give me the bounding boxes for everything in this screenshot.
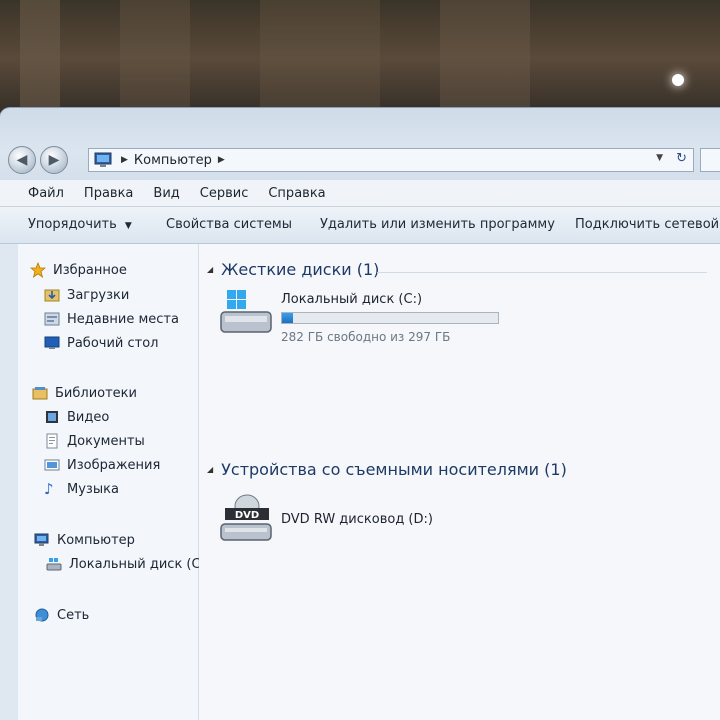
sidebar-item-label: Компьютер bbox=[57, 532, 135, 548]
desktop-decor bbox=[440, 0, 530, 120]
sidebar-item-label: Недавние места bbox=[67, 311, 179, 327]
organize-button[interactable]: Упорядочить ▼ bbox=[28, 217, 132, 232]
video-library-icon bbox=[44, 409, 60, 425]
sidebar-item-label: Библиотеки bbox=[55, 385, 137, 401]
documents-library-icon bbox=[44, 433, 60, 449]
title-bar: ◀ ▶ ▶ Компьютер ▶ ▼ ↻ bbox=[0, 108, 720, 180]
dvd-label: DVD bbox=[235, 510, 259, 521]
group-title: Жесткие диски (1) bbox=[221, 260, 380, 279]
group-hard-disks-header[interactable]: ◢ Жесткие диски (1) bbox=[207, 260, 379, 279]
sidebar-item-documents[interactable]: Документы bbox=[44, 433, 145, 449]
navigation-pane: Избранное Загрузки Недавние места Рабочи… bbox=[18, 244, 201, 720]
organize-label: Упорядочить bbox=[28, 217, 117, 232]
drive-c-usage-bar bbox=[281, 312, 499, 324]
sidebar-item-video[interactable]: Видео bbox=[44, 409, 109, 425]
reflection-light bbox=[672, 74, 684, 86]
menu-view[interactable]: Вид bbox=[141, 186, 187, 201]
hard-drive-icon bbox=[219, 288, 275, 342]
breadcrumb-chevron-icon[interactable]: ▶ bbox=[218, 155, 225, 165]
sidebar-item-label: Документы bbox=[67, 433, 145, 449]
dvd-drive-icon: DVD bbox=[219, 494, 275, 550]
menu-bar: Файл Правка Вид Сервис Справка bbox=[0, 180, 720, 207]
libraries-icon bbox=[32, 385, 48, 401]
system-properties-button[interactable]: Свойства системы bbox=[166, 217, 292, 232]
breadcrumb-chevron-icon: ▶ bbox=[121, 155, 128, 165]
forward-button[interactable]: ▶ bbox=[40, 146, 68, 174]
drive-d[interactable]: DVD DVD RW дисковод (D:) bbox=[219, 494, 509, 554]
menu-file[interactable]: Файл bbox=[0, 186, 72, 201]
back-button[interactable]: ◀ bbox=[8, 146, 36, 174]
downloads-folder-icon bbox=[44, 287, 60, 303]
group-removable-header[interactable]: ◢ Устройства со съемными носителями (1) bbox=[207, 460, 567, 479]
drive-c-name: Локальный диск (C:) bbox=[281, 292, 423, 307]
pictures-library-icon bbox=[44, 457, 60, 473]
desktop-decor bbox=[120, 0, 190, 120]
sidebar-item-libraries[interactable]: Библиотеки bbox=[32, 385, 137, 401]
desktop-decor bbox=[260, 0, 380, 120]
search-input[interactable] bbox=[700, 148, 720, 172]
breadcrumb-computer[interactable]: Компьютер bbox=[134, 153, 212, 168]
sidebar-item-computer[interactable]: Компьютер bbox=[34, 532, 135, 548]
drive-c-usage-fill bbox=[282, 313, 293, 323]
desktop-decor bbox=[20, 0, 60, 120]
map-network-drive-button[interactable]: Подключить сетевой д bbox=[575, 217, 720, 232]
chevron-down-icon[interactable]: ▼ bbox=[656, 153, 663, 163]
group-title: Устройства со съемными носителями (1) bbox=[221, 460, 567, 479]
menu-tools[interactable]: Сервис bbox=[188, 186, 257, 201]
sidebar-item-favorites[interactable]: Избранное bbox=[29, 261, 127, 278]
sidebar-item-label: Сеть bbox=[57, 607, 90, 623]
star-icon bbox=[29, 261, 47, 278]
group-divider bbox=[377, 272, 707, 273]
sidebar-item-label: Избранное bbox=[53, 262, 127, 278]
desktop-icon bbox=[44, 335, 60, 351]
content-pane: ◢ Жесткие диски (1) Локальный диск (C:) … bbox=[199, 244, 720, 720]
sidebar-item-pictures[interactable]: Изображения bbox=[44, 457, 160, 473]
address-bar[interactable]: ▶ Компьютер ▶ ▼ ↻ bbox=[88, 148, 694, 172]
uninstall-program-button[interactable]: Удалить или изменить программу bbox=[320, 217, 555, 232]
sidebar-item-music[interactable]: ♪ Музыка bbox=[44, 481, 119, 497]
sidebar-item-label: Загрузки bbox=[67, 287, 130, 303]
sidebar-item-label: Музыка bbox=[67, 481, 119, 497]
menu-help[interactable]: Справка bbox=[256, 186, 333, 201]
collapse-triangle-icon: ◢ bbox=[207, 465, 214, 474]
music-note-icon: ♪ bbox=[44, 480, 54, 498]
drive-c[interactable]: Локальный диск (C:) 282 ГБ свободно из 2… bbox=[219, 288, 509, 348]
recent-places-icon bbox=[44, 311, 60, 327]
arrow-right-icon: ▶ bbox=[48, 152, 60, 168]
sidebar-item-desktop[interactable]: Рабочий стол bbox=[44, 335, 158, 351]
refresh-icon[interactable]: ↻ bbox=[676, 151, 687, 166]
network-icon bbox=[34, 607, 50, 623]
explorer-window: ◀ ▶ ▶ Компьютер ▶ ▼ ↻ Файл Правка Вид Се… bbox=[0, 108, 720, 720]
drive-c-free-space: 282 ГБ свободно из 297 ГБ bbox=[281, 330, 451, 344]
sidebar-item-local-disk[interactable]: Локальный диск (C bbox=[46, 556, 201, 572]
sidebar-item-downloads[interactable]: Загрузки bbox=[44, 287, 129, 303]
hard-drive-icon bbox=[46, 556, 62, 572]
arrow-left-icon: ◀ bbox=[16, 152, 28, 168]
sidebar-item-label: Видео bbox=[67, 409, 110, 425]
chevron-down-icon: ▼ bbox=[124, 221, 132, 231]
sidebar-item-label: Локальный диск (C bbox=[69, 556, 201, 572]
sidebar-item-network[interactable]: Сеть bbox=[34, 607, 89, 623]
sidebar-item-label: Изображения bbox=[67, 457, 161, 473]
drive-d-name: DVD RW дисковод (D:) bbox=[281, 512, 433, 527]
command-bar: Упорядочить ▼ Свойства системы Удалить и… bbox=[0, 207, 720, 244]
menu-edit[interactable]: Правка bbox=[72, 186, 141, 201]
collapse-triangle-icon: ◢ bbox=[207, 265, 214, 274]
sidebar-item-label: Рабочий стол bbox=[67, 335, 159, 351]
sidebar-item-recent-places[interactable]: Недавние места bbox=[44, 311, 179, 327]
computer-icon bbox=[93, 152, 115, 168]
computer-icon bbox=[34, 532, 50, 548]
